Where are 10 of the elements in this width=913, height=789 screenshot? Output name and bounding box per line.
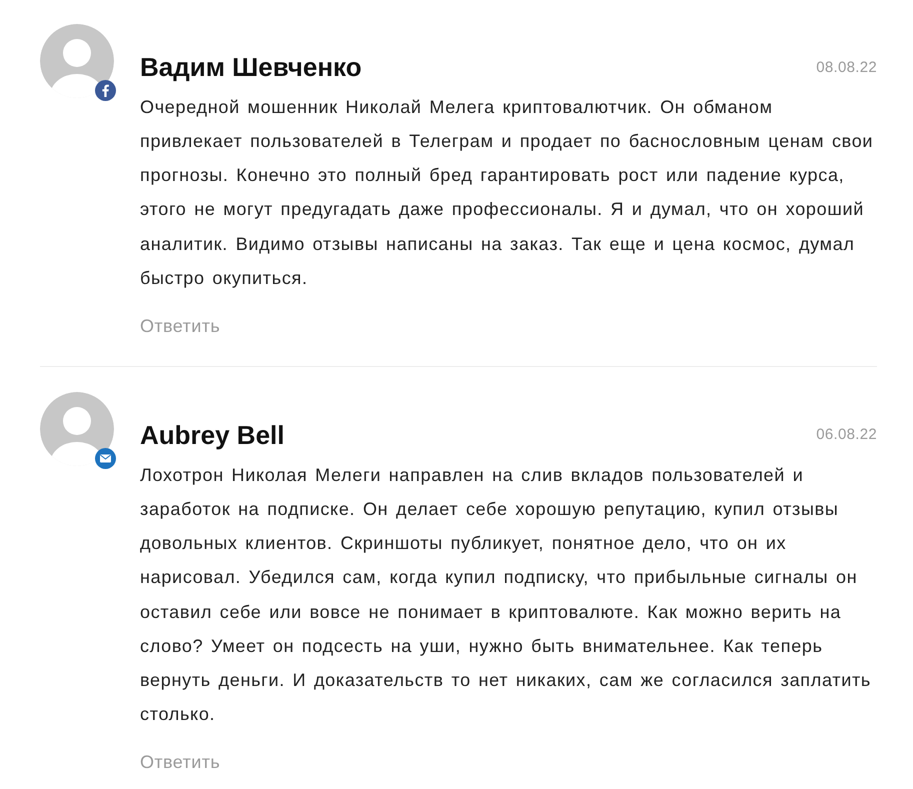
comment-date: 06.08.22 <box>816 426 877 444</box>
avatar-placeholder-icon <box>40 24 114 98</box>
author-name: Aubrey Bell <box>140 420 284 450</box>
reply-link[interactable]: Ответить <box>140 314 220 338</box>
reply-link[interactable]: Ответить <box>140 750 220 774</box>
comment-date: 08.08.22 <box>816 58 877 76</box>
author-name: Вадим Шевченко <box>140 52 362 82</box>
comment-text: Очередной мошенник Николай Мелега криптовалютчик. Он обманом привлекает пользователей в Телеграм и продает по баснословным ценам свои прогнозы. Конечно это полный бред гарантировать рост или падение курса, этого не могут предугадать даже профессионалы. Я и думал, что он хороший аналитик. Видимо отзывы написаны на заказ. Так еще и цена космос, думал быстро окупиться. <box>140 96 874 290</box>
avatar-placeholder-icon <box>40 392 114 466</box>
comment-text: Лохотрон Николая Мелеги направлен на слив вкладов пользователей и заработок на подписке. Он делает себе хорошую репутацию, купил отзывы довольных клиентов. Скриншоты публикует, понятное дело, что он их нарисовал. Убедился сам, когда купил подписку, что прибыльные сигналы он оставил себе или вовсе не понимает в криптовалюте. Как можно верить на слово? Умеет он подсесть на уши, нужно быть внимательнее. Как теперь вернуть деньги. И доказательств то нет никаких, сам же согласился заплатить столько. <box>140 464 872 726</box>
